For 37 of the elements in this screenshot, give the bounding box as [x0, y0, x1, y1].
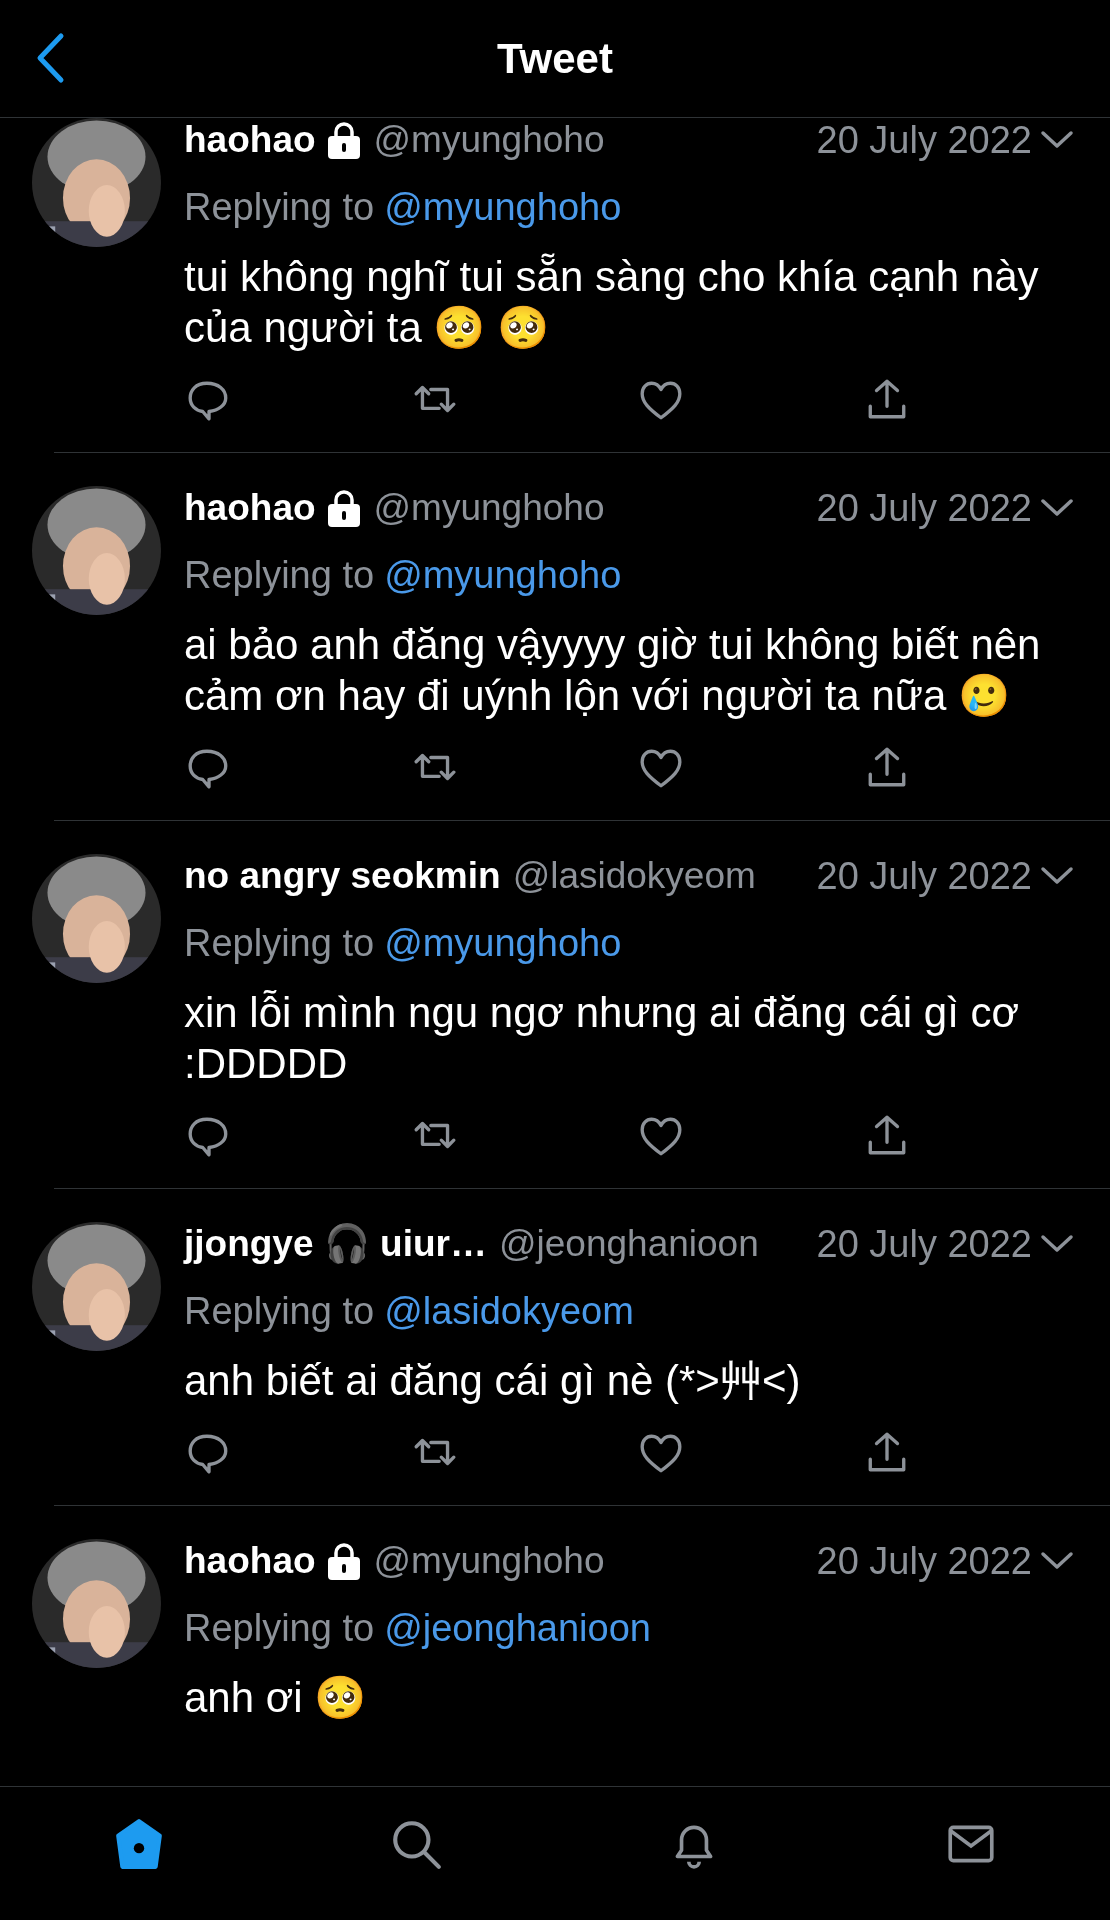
replying-label: Replying to — [184, 1288, 375, 1334]
user-name: jjongye 🎧 uiur… — [184, 1222, 487, 1267]
mention-link[interactable]: @lasidokyeom — [384, 1282, 634, 1340]
tweet-date: 20 July 2022 — [816, 118, 1032, 163]
mention-link[interactable]: @jeonghanioon — [384, 1599, 651, 1657]
user-name: haohao — [184, 486, 316, 531]
tweet-text: anh biết ai đăng cái gì nè (*>艸<) — [184, 1356, 802, 1406]
replying-label: Replying to — [184, 552, 375, 598]
back-icon — [35, 32, 65, 84]
user-handle: @jeonghanioon — [498, 1222, 759, 1267]
user-name: no angry seokmin — [184, 854, 501, 899]
user-handle: @myunghoho — [373, 1539, 605, 1584]
tweet-date: 20 July 2022 — [816, 853, 1032, 899]
tweet-text: xin lỗi mình ngu ngơ nhưng ai đăng cái gì cơ :DDDDD — [184, 988, 1021, 1089]
mention-link[interactable]: @myunghoho — [384, 914, 622, 972]
user-handle: @myunghoho — [373, 118, 605, 163]
chevron-down-icon[interactable] — [1040, 865, 1074, 887]
mention-link[interactable]: @myunghoho — [384, 178, 622, 236]
mention-link[interactable]: @myunghoho — [384, 546, 622, 604]
tweet-date: 20 July 2022 — [816, 1538, 1032, 1584]
chevron-down-icon[interactable] — [1040, 1233, 1074, 1255]
replying-label: Replying to — [184, 920, 375, 966]
replying-label: Replying to — [184, 184, 375, 230]
tweet-date: 20 July 2022 — [816, 485, 1032, 531]
chevron-down-icon[interactable] — [1040, 129, 1074, 151]
user-name: haohao — [184, 118, 316, 163]
chevron-down-icon[interactable] — [1040, 1550, 1074, 1572]
replying-label: Replying to — [184, 1605, 375, 1651]
tweet-text: tui không nghĩ tui sẵn sàng cho khía cạnh này của người ta 🥺 🥺 — [184, 252, 1040, 353]
page-title: Tweet — [497, 34, 613, 84]
user-name: haohao — [184, 1539, 316, 1584]
chevron-down-icon[interactable] — [1040, 497, 1074, 519]
tweet-date: 20 July 2022 — [816, 1221, 1032, 1267]
tweet-text: anh ơi 🥺 — [184, 1673, 368, 1723]
tweet-text: ai bảo anh đăng vậyyyy giờ tui không biết nên cảm ơn hay đi uýnh lộn với người ta nữa 🥲 — [184, 620, 1042, 721]
user-handle: @myunghoho — [373, 486, 605, 531]
user-handle: @lasidokyeom — [512, 854, 756, 899]
